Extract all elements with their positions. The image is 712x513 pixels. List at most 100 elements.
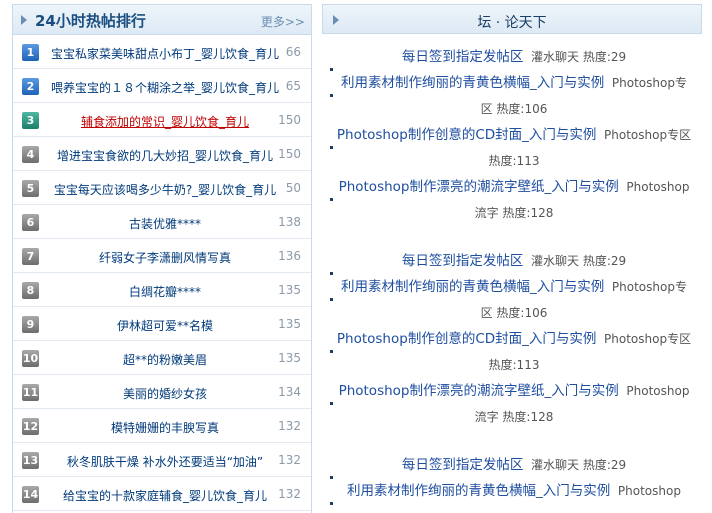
- post-title-link[interactable]: 模特姗姗的丰腴写真: [45, 419, 285, 436]
- post-link[interactable]: 每日签到指定发帖区: [402, 49, 524, 65]
- post-meta: 灌水聊天 热度:29: [531, 50, 627, 64]
- bullet-icon: [330, 350, 333, 353]
- rank-badge: 2: [22, 78, 39, 95]
- rank-badge: 7: [22, 248, 39, 265]
- post-title-link[interactable]: 美丽的婚纱女孩: [45, 385, 285, 402]
- list-item: Photoshop制作漂亮的潮流字壁纸_入门与实例 Photoshop流字 热度…: [322, 174, 702, 226]
- post-title-link[interactable]: 给宝宝的十款家庭辅食_婴儿饮食_育儿: [45, 487, 285, 504]
- post-title-link[interactable]: 宝宝每天应该喝多少牛奶?_婴儿饮食_育儿: [45, 181, 285, 198]
- table-row: 1 宝宝私家菜美味甜点小布丁_婴儿饮食_育儿 66: [13, 35, 311, 69]
- post-title-link[interactable]: 超**的粉嫩美眉: [45, 351, 285, 368]
- table-row: 11 美丽的婚纱女孩 134: [13, 375, 311, 409]
- post-count: 132: [278, 487, 301, 501]
- rank-badge: 13: [22, 452, 39, 469]
- table-row: 6 古装优雅**** 138: [13, 205, 311, 239]
- post-count: 135: [278, 351, 301, 365]
- post-count: 138: [278, 215, 301, 229]
- table-row: 12 模特姗姗的丰腴写真 132: [13, 409, 311, 443]
- triangle-right-icon: [21, 15, 27, 25]
- hot-posts-list: 1 宝宝私家菜美味甜点小布丁_婴儿饮食_育儿 66 2 喂养宝宝的１８个糊涂之举_婴儿饮…: [13, 35, 311, 511]
- table-row: 4 增进宝宝食欲的几大妙招_婴儿饮食_育儿 150: [13, 137, 311, 171]
- forum-post-list: 每日签到指定发帖区 灌水聊天 热度:29 利用素材制作绚丽的青黄色横幅_入门与实例…: [322, 44, 702, 505]
- table-row: 14 给宝宝的十款家庭辅食_婴儿饮食_育儿 132: [13, 477, 311, 511]
- post-title-link[interactable]: 喂养宝宝的１８个糊涂之举_婴儿饮食_育儿: [45, 79, 285, 96]
- table-row: 10 超**的粉嫩美眉 135: [13, 341, 311, 375]
- bullet-icon: [330, 298, 333, 301]
- post-link[interactable]: Photoshop制作创意的CD封面_入门与实例: [337, 331, 597, 347]
- post-link[interactable]: Photoshop制作漂亮的潮流字壁纸_入门与实例: [339, 179, 619, 195]
- rank-badge: 12: [22, 418, 39, 435]
- post-link[interactable]: 利用素材制作绚丽的青黄色横幅_入门与实例: [341, 279, 604, 295]
- rank-badge: 1: [22, 44, 39, 61]
- post-title-link[interactable]: 辅食添加的常识_婴儿饮食_育儿: [45, 113, 285, 130]
- post-count: 50: [285, 181, 301, 195]
- bullet-icon: [330, 94, 333, 97]
- post-title-link[interactable]: 宝宝私家菜美味甜点小布丁_婴儿饮食_育儿: [45, 45, 285, 62]
- post-count: 65: [285, 79, 301, 93]
- list-item: 每日签到指定发帖区 灌水聊天 热度:29: [322, 248, 702, 275]
- list-item: 利用素材制作绚丽的青黄色横幅_入门与实例 Photoshop专区 热度:106: [322, 70, 702, 122]
- table-row: 5 宝宝每天应该喝多少牛奶?_婴儿饮食_育儿 50: [13, 171, 311, 205]
- rank-badge: 4: [22, 146, 39, 163]
- table-row: 7 纤弱女子李潇删风情写真 136: [13, 239, 311, 273]
- table-row: 8 白绸花瓣**** 135: [13, 273, 311, 307]
- rank-badge: 9: [22, 316, 39, 333]
- post-meta: Photoshop: [617, 484, 681, 498]
- list-item: Photoshop制作创意的CD封面_入门与实例 Photoshop专区 热度:…: [322, 122, 702, 174]
- rank-badge: 14: [22, 486, 39, 503]
- post-group: 每日签到指定发帖区 灌水聊天 热度:29 利用素材制作绚丽的青黄色横幅_入门与实例…: [322, 44, 702, 226]
- hot-posts-header: 24小时热帖排行 更多>>: [13, 5, 311, 35]
- post-count: 150: [278, 147, 301, 161]
- table-row: 13 秋冬肌肤干燥 补水外还要适当“加油” 132: [13, 443, 311, 477]
- rank-badge: 8: [22, 282, 39, 299]
- rank-badge: 3: [22, 112, 39, 129]
- bullet-icon: [330, 502, 333, 505]
- post-link[interactable]: 每日签到指定发帖区: [402, 253, 524, 269]
- bullet-icon: [330, 402, 333, 405]
- rank-badge: 6: [22, 214, 39, 231]
- list-item: 利用素材制作绚丽的青黄色横幅_入门与实例 Photoshop专区 热度:106: [322, 274, 702, 326]
- table-row: 9 伊林超可爱**名模 135: [13, 307, 311, 341]
- table-row: 2 喂养宝宝的１８个糊涂之举_婴儿饮食_育儿 65: [13, 69, 311, 103]
- post-link[interactable]: Photoshop制作创意的CD封面_入门与实例: [337, 127, 597, 143]
- post-link[interactable]: Photoshop制作漂亮的潮流字壁纸_入门与实例: [339, 383, 619, 399]
- post-count: 132: [278, 419, 301, 433]
- forum-header: 坛 · 论天下: [322, 4, 702, 34]
- bullet-icon: [330, 198, 333, 201]
- post-link[interactable]: 利用素材制作绚丽的青黄色横幅_入门与实例: [341, 75, 604, 91]
- forum-panel: 坛 · 论天下 每日签到指定发帖区 灌水聊天 热度:29 利用素材制作绚丽的青黄色…: [322, 4, 702, 513]
- list-item: Photoshop制作创意的CD封面_入门与实例 Photoshop专区 热度:…: [322, 326, 702, 378]
- table-row: 3 辅食添加的常识_婴儿饮食_育儿 150: [13, 103, 311, 137]
- post-link[interactable]: 每日签到指定发帖区: [402, 457, 524, 473]
- post-count: 135: [278, 317, 301, 331]
- list-item: 利用素材制作绚丽的青黄色横幅_入门与实例 Photoshop: [322, 478, 702, 505]
- post-title-link[interactable]: 伊林超可爱**名模: [45, 317, 285, 334]
- more-link[interactable]: 更多>>: [261, 13, 305, 30]
- post-title-link[interactable]: 纤弱女子李潇删风情写真: [45, 249, 285, 266]
- post-count: 134: [278, 385, 301, 399]
- post-link[interactable]: 利用素材制作绚丽的青黄色横幅_入门与实例: [347, 483, 610, 499]
- post-title-link[interactable]: 秋冬肌肤干燥 补水外还要适当“加油”: [45, 453, 285, 470]
- post-group: 每日签到指定发帖区 灌水聊天 热度:29 利用素材制作绚丽的青黄色横幅_入门与实例…: [322, 248, 702, 430]
- post-count: 136: [278, 249, 301, 263]
- rank-badge: 10: [22, 350, 39, 367]
- post-group: 每日签到指定发帖区 灌水聊天 热度:29 利用素材制作绚丽的青黄色横幅_入门与实例…: [322, 452, 702, 505]
- hot-posts-title: 24小时热帖排行: [35, 12, 146, 30]
- rank-badge: 11: [22, 384, 39, 401]
- list-item: 每日签到指定发帖区 灌水聊天 热度:29: [322, 44, 702, 71]
- post-title-link[interactable]: 古装优雅****: [45, 215, 285, 232]
- post-meta: 灌水聊天 热度:29: [531, 458, 627, 472]
- post-count: 66: [285, 45, 301, 59]
- post-count: 135: [278, 283, 301, 297]
- list-item: Photoshop制作漂亮的潮流字壁纸_入门与实例 Photoshop流字 热度…: [322, 378, 702, 430]
- post-count: 150: [278, 113, 301, 127]
- bullet-icon: [330, 146, 333, 149]
- post-meta: 灌水聊天 热度:29: [531, 254, 627, 268]
- hot-posts-panel: 24小时热帖排行 更多>> 1 宝宝私家菜美味甜点小布丁_婴儿饮食_育儿 66 2 喂养…: [12, 4, 312, 513]
- post-count: 132: [278, 453, 301, 467]
- list-item: 每日签到指定发帖区 灌水聊天 热度:29: [322, 452, 702, 479]
- post-title-link[interactable]: 白绸花瓣****: [45, 283, 285, 300]
- post-title-link[interactable]: 增进宝宝食欲的几大妙招_婴儿饮食_育儿: [45, 147, 285, 164]
- rank-badge: 5: [22, 180, 39, 197]
- forum-title: 坛 · 论天下: [477, 15, 547, 31]
